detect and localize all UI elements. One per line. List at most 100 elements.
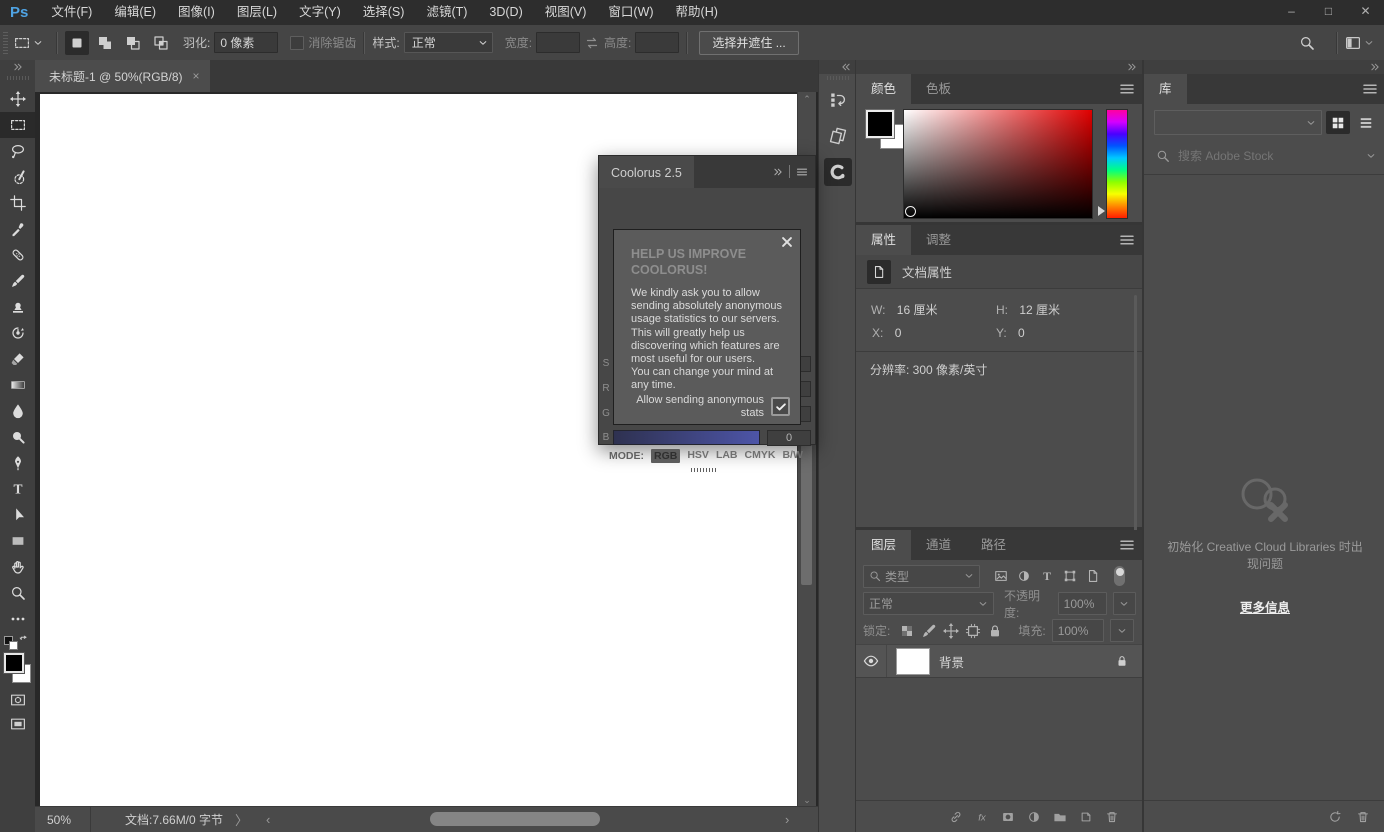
type-tool[interactable]: T xyxy=(0,476,35,502)
select-and-mask-button[interactable]: 选择并遮住 ... xyxy=(699,31,798,55)
menu-file[interactable]: 文件(F) xyxy=(40,0,103,25)
mode-hsv[interactable]: HSV xyxy=(687,449,709,463)
menu-window[interactable]: 窗口(W) xyxy=(597,0,664,25)
mode-b-w[interactable]: B/W xyxy=(782,449,802,463)
blue-channel-slider[interactable] xyxy=(613,430,760,445)
layer-visibility-eye-icon[interactable] xyxy=(856,645,887,677)
layer-mask-icon[interactable] xyxy=(1001,810,1015,824)
export-panel-icon[interactable] xyxy=(824,122,852,150)
delete-library-item-icon[interactable] xyxy=(1356,810,1370,824)
layer-filter-select[interactable]: 类型 xyxy=(863,565,980,588)
eyedropper-tool[interactable] xyxy=(0,216,35,242)
screen-mode-button[interactable] xyxy=(0,712,35,736)
history-brush-tool[interactable] xyxy=(0,320,35,346)
menu-filter[interactable]: 滤镜(T) xyxy=(415,0,478,25)
tab-channels[interactable]: 通道 xyxy=(911,530,966,560)
style-select[interactable]: 正常 xyxy=(404,32,493,53)
coolorus-tab[interactable]: Coolorus 2.5 xyxy=(599,156,694,189)
vertical-scroll-thumb[interactable] xyxy=(801,445,812,585)
new-selection-op[interactable] xyxy=(65,31,89,55)
pen-tool[interactable] xyxy=(0,450,35,476)
workspace-switcher-icon[interactable] xyxy=(1345,35,1361,51)
width-input[interactable] xyxy=(536,32,580,53)
opacity-dropdown[interactable] xyxy=(1113,592,1136,615)
history-panel-icon[interactable] xyxy=(824,86,852,114)
quick-mask-button[interactable] xyxy=(0,688,35,712)
layer-row-background[interactable]: 背景 xyxy=(856,644,1143,678)
menu-help[interactable]: 帮助(H) xyxy=(665,0,729,25)
lock-transparency-icon[interactable] xyxy=(899,623,915,639)
zoom-level-field[interactable]: 50% xyxy=(35,807,91,832)
list-view-button[interactable] xyxy=(1354,111,1378,134)
menu-edit[interactable]: 编辑(E) xyxy=(103,0,167,25)
tab-layers[interactable]: 图层 xyxy=(856,530,911,560)
expand-panels-button[interactable] xyxy=(819,60,856,74)
layer-thumbnail[interactable] xyxy=(896,648,930,675)
collapse-column-button[interactable] xyxy=(856,60,1143,74)
brush-tool[interactable] xyxy=(0,268,35,294)
panel-menu-icon[interactable] xyxy=(1362,81,1378,97)
minimize-button[interactable]: – xyxy=(1273,0,1310,25)
tab-libraries[interactable]: 库 xyxy=(1144,74,1187,104)
tab-color[interactable]: 颜色 xyxy=(856,74,911,104)
foreground-color-swatch[interactable] xyxy=(866,110,894,138)
intersect-selection-op[interactable] xyxy=(149,31,173,55)
hand-tool[interactable] xyxy=(0,554,35,580)
link-layers-icon[interactable] xyxy=(949,810,963,824)
swap-colors-mini[interactable] xyxy=(0,632,35,652)
channel-value[interactable]: 0 xyxy=(767,430,811,446)
blend-mode-select[interactable]: 正常 xyxy=(863,592,994,615)
color-field-marker[interactable] xyxy=(905,206,916,217)
quick-selection-tool[interactable] xyxy=(0,164,35,190)
panel-menu-icon[interactable] xyxy=(1119,81,1135,97)
document-tab[interactable]: 未标题-1 @ 50%(RGB/8) × xyxy=(35,60,210,92)
delete-layer-icon[interactable] xyxy=(1105,810,1119,824)
maximize-button[interactable]: □ xyxy=(1310,0,1347,25)
stock-search-field[interactable]: 搜索 Adobe Stock xyxy=(1144,139,1384,175)
path-selection-tool[interactable] xyxy=(0,502,35,528)
panel-menu-icon[interactable] xyxy=(796,166,808,178)
tab-paths[interactable]: 路径 xyxy=(966,530,1021,560)
lasso-tool[interactable] xyxy=(0,138,35,164)
filter-shape-icon[interactable] xyxy=(1063,569,1077,583)
lock-all-icon[interactable] xyxy=(987,623,1003,639)
toolbar-collapse-button[interactable] xyxy=(0,60,35,74)
status-expand-icon[interactable]: 〉 xyxy=(235,810,248,829)
close-tab-icon[interactable]: × xyxy=(193,69,200,83)
tab-properties[interactable]: 属性 xyxy=(856,225,911,255)
search-icon[interactable] xyxy=(1299,35,1315,51)
close-button[interactable]: ✕ xyxy=(1347,0,1384,25)
rectangular-marquee-tool[interactable] xyxy=(0,112,35,138)
filter-type-icon[interactable]: T xyxy=(1040,569,1054,583)
sync-libraries-icon[interactable] xyxy=(1328,810,1342,824)
lock-position-icon[interactable] xyxy=(943,623,959,639)
zoom-tool[interactable] xyxy=(0,580,35,606)
panel-scrollbar[interactable] xyxy=(1134,295,1137,535)
more-tools[interactable] xyxy=(0,606,35,632)
add-selection-op[interactable] xyxy=(93,31,117,55)
filter-smartobject-icon[interactable] xyxy=(1086,569,1100,583)
more-info-link[interactable]: 更多信息 xyxy=(1240,597,1290,616)
crop-tool[interactable] xyxy=(0,190,35,216)
feather-input[interactable]: 0 像素 xyxy=(214,32,278,53)
move-tool[interactable] xyxy=(0,86,35,112)
scroll-right-icon[interactable]: › xyxy=(785,812,789,827)
chevron-down-icon[interactable] xyxy=(1364,38,1374,48)
scroll-left-icon[interactable]: ‹ xyxy=(266,812,270,827)
filter-image-icon[interactable] xyxy=(994,569,1008,583)
tab-adjustments[interactable]: 调整 xyxy=(911,225,966,255)
opacity-value[interactable]: 100% xyxy=(1058,592,1107,615)
shape-tool[interactable] xyxy=(0,528,35,554)
mode-rgb[interactable]: RGB xyxy=(651,449,680,463)
scroll-up-icon[interactable]: ⌃ xyxy=(798,92,816,106)
new-group-icon[interactable] xyxy=(1053,810,1067,824)
gradient-tool[interactable] xyxy=(0,372,35,398)
collapse-column-button[interactable] xyxy=(1144,60,1384,74)
adjustment-layer-icon[interactable] xyxy=(1027,810,1041,824)
subtract-selection-op[interactable] xyxy=(121,31,145,55)
panel-menu-icon[interactable] xyxy=(1119,232,1135,248)
menu-3d[interactable]: 3D(D) xyxy=(478,0,533,25)
mode-cmyk[interactable]: CMYK xyxy=(745,449,776,463)
new-layer-icon[interactable] xyxy=(1079,810,1093,824)
blur-tool[interactable] xyxy=(0,398,35,424)
